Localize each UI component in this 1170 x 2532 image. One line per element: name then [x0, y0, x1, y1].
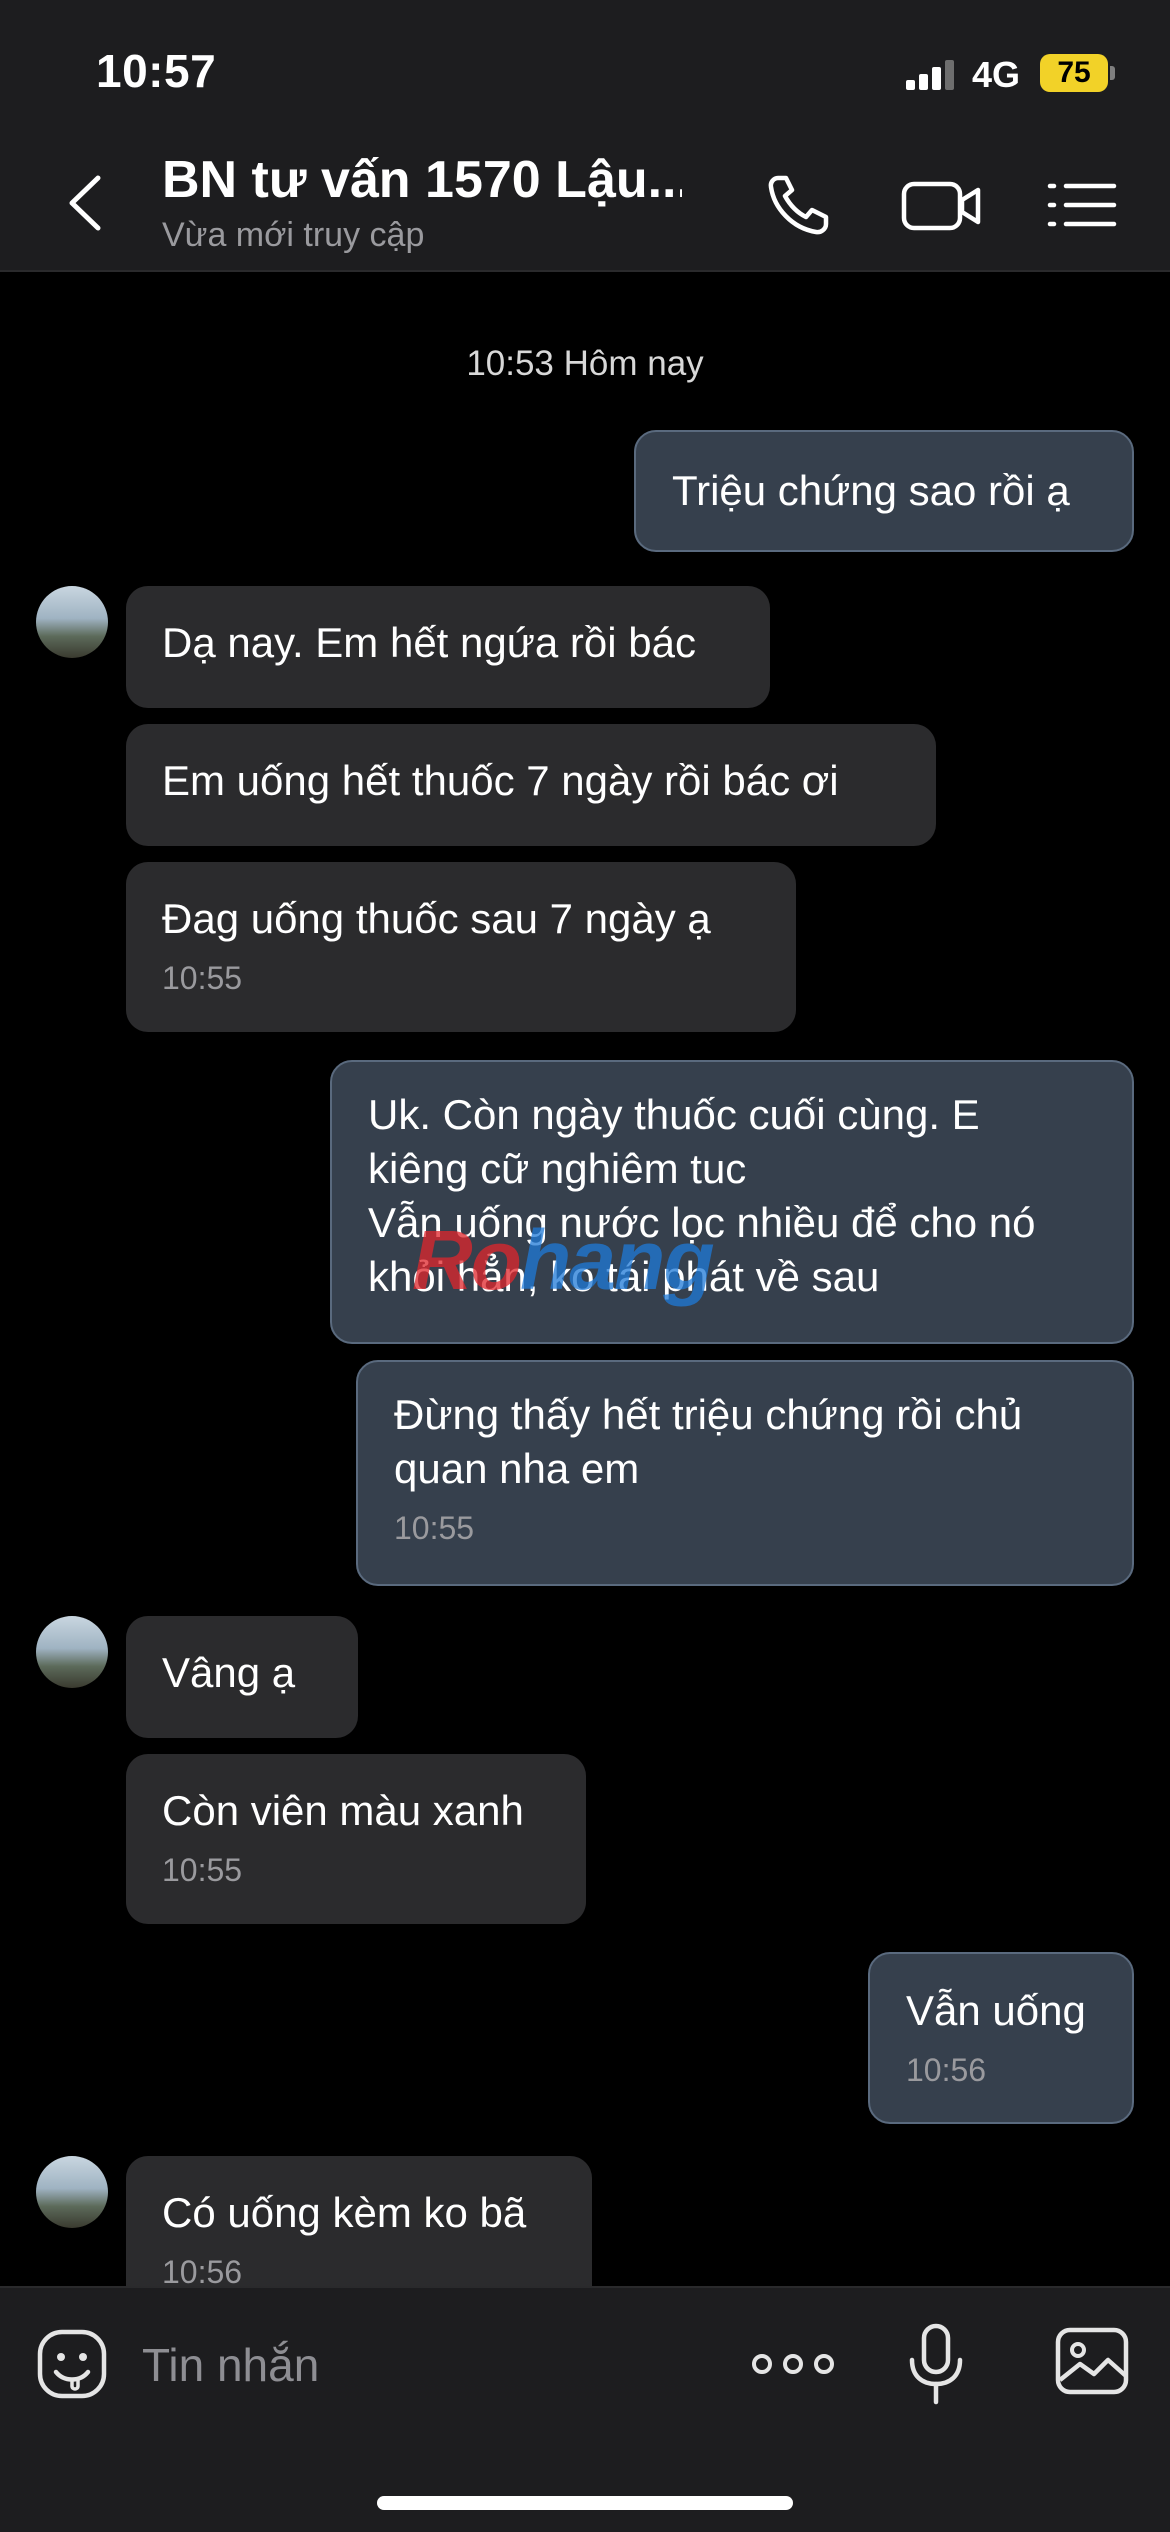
- message-text: Vâng ạ: [162, 1649, 296, 1696]
- message-input-bar: [0, 2286, 1170, 2532]
- microphone-icon: [909, 2323, 963, 2405]
- message-time: 10:55: [394, 1510, 475, 1546]
- message-text: Triệu chứng sao rồi ạ: [672, 467, 1070, 514]
- back-button[interactable]: [56, 170, 116, 236]
- image-gallery-icon: [1055, 2327, 1129, 2395]
- watermark-part: hang: [519, 1213, 715, 1307]
- chat-header: BN tư vấn 1570 Lậu... Vừa mới truy cập: [0, 140, 1170, 272]
- date-separator: 10:53 Hôm nay: [466, 344, 704, 383]
- chat-title[interactable]: BN tư vấn 1570 Lậu...: [162, 150, 682, 210]
- message-time: 10:55: [162, 1852, 243, 1888]
- voice-record-button[interactable]: [906, 2322, 966, 2408]
- message-bubble[interactable]: Dạ nay. Em hết ngứa rồi bác: [126, 586, 770, 708]
- message-text: Đag uống thuốc sau 7 ngày ạ: [162, 895, 711, 942]
- signal-icon: [906, 58, 954, 90]
- chevron-left-icon: [69, 175, 101, 231]
- avatar[interactable]: [36, 2156, 108, 2228]
- message-list[interactable]: 10:53 Hôm nay Triệu chứng sao rồi ạ Dạ n…: [0, 274, 1170, 2286]
- message-time: 10:56: [906, 2052, 987, 2088]
- ellipsis-icon: [752, 2354, 834, 2374]
- message-text: Em uống hết thuốc 7 ngày rồi bác ơi: [162, 757, 839, 804]
- smiley-sticker-icon: [37, 2329, 107, 2399]
- message-bubble[interactable]: Đừng thấy hết triệu chứng rồi chủ quan n…: [356, 1360, 1134, 1586]
- photo-button[interactable]: [1054, 2326, 1130, 2396]
- battery-icon: 75: [1040, 54, 1108, 92]
- menu-button[interactable]: [1044, 172, 1120, 238]
- message-bubble[interactable]: Còn viên màu xanh 10:55: [126, 1754, 586, 1924]
- message-input[interactable]: [142, 2330, 702, 2400]
- more-options-button[interactable]: [750, 2342, 836, 2386]
- message-time: 10:55: [162, 960, 243, 996]
- battery-level: 75: [1057, 56, 1091, 89]
- status-bar: 10:57 4G 75: [0, 0, 1170, 140]
- avatar[interactable]: [36, 1616, 108, 1688]
- video-call-button[interactable]: [900, 172, 984, 238]
- video-camera-icon: [901, 181, 981, 231]
- message-bubble[interactable]: Có uống kèm ko bã 10:56: [126, 2156, 592, 2286]
- watermark-part: Ro: [412, 1213, 522, 1307]
- list-menu-icon: [1047, 183, 1117, 227]
- message-text: Có uống kèm ko bã: [162, 2189, 527, 2236]
- status-time: 10:57: [96, 45, 217, 97]
- watermark-logo: Rohang: [412, 1212, 715, 1309]
- message-bubble[interactable]: Triệu chứng sao rồi ạ: [634, 430, 1134, 552]
- message-bubble[interactable]: Vẫn uống 10:56: [868, 1952, 1134, 2124]
- battery-tip: [1110, 66, 1115, 80]
- chat-subtitle: Vừa mới truy cập: [162, 216, 425, 254]
- message-bubble[interactable]: Đag uống thuốc sau 7 ngày ạ 10:55: [126, 862, 796, 1032]
- message-bubble[interactable]: Em uống hết thuốc 7 ngày rồi bác ơi: [126, 724, 936, 846]
- message-bubble[interactable]: Vâng ạ: [126, 1616, 358, 1738]
- call-button[interactable]: [764, 172, 840, 238]
- phone-icon: [768, 175, 829, 235]
- sticker-button[interactable]: [36, 2328, 108, 2400]
- message-text: Dạ nay. Em hết ngứa rồi bác: [162, 619, 696, 666]
- message-text: Đừng thấy hết triệu chứng rồi chủ quan n…: [394, 1391, 1023, 1492]
- home-indicator[interactable]: [377, 2496, 793, 2510]
- message-text: Còn viên màu xanh: [162, 1787, 524, 1834]
- avatar[interactable]: [36, 586, 108, 658]
- message-time: 10:56: [162, 2254, 243, 2286]
- network-type: 4G: [972, 54, 1021, 95]
- message-text: Vẫn uống: [906, 1987, 1086, 2034]
